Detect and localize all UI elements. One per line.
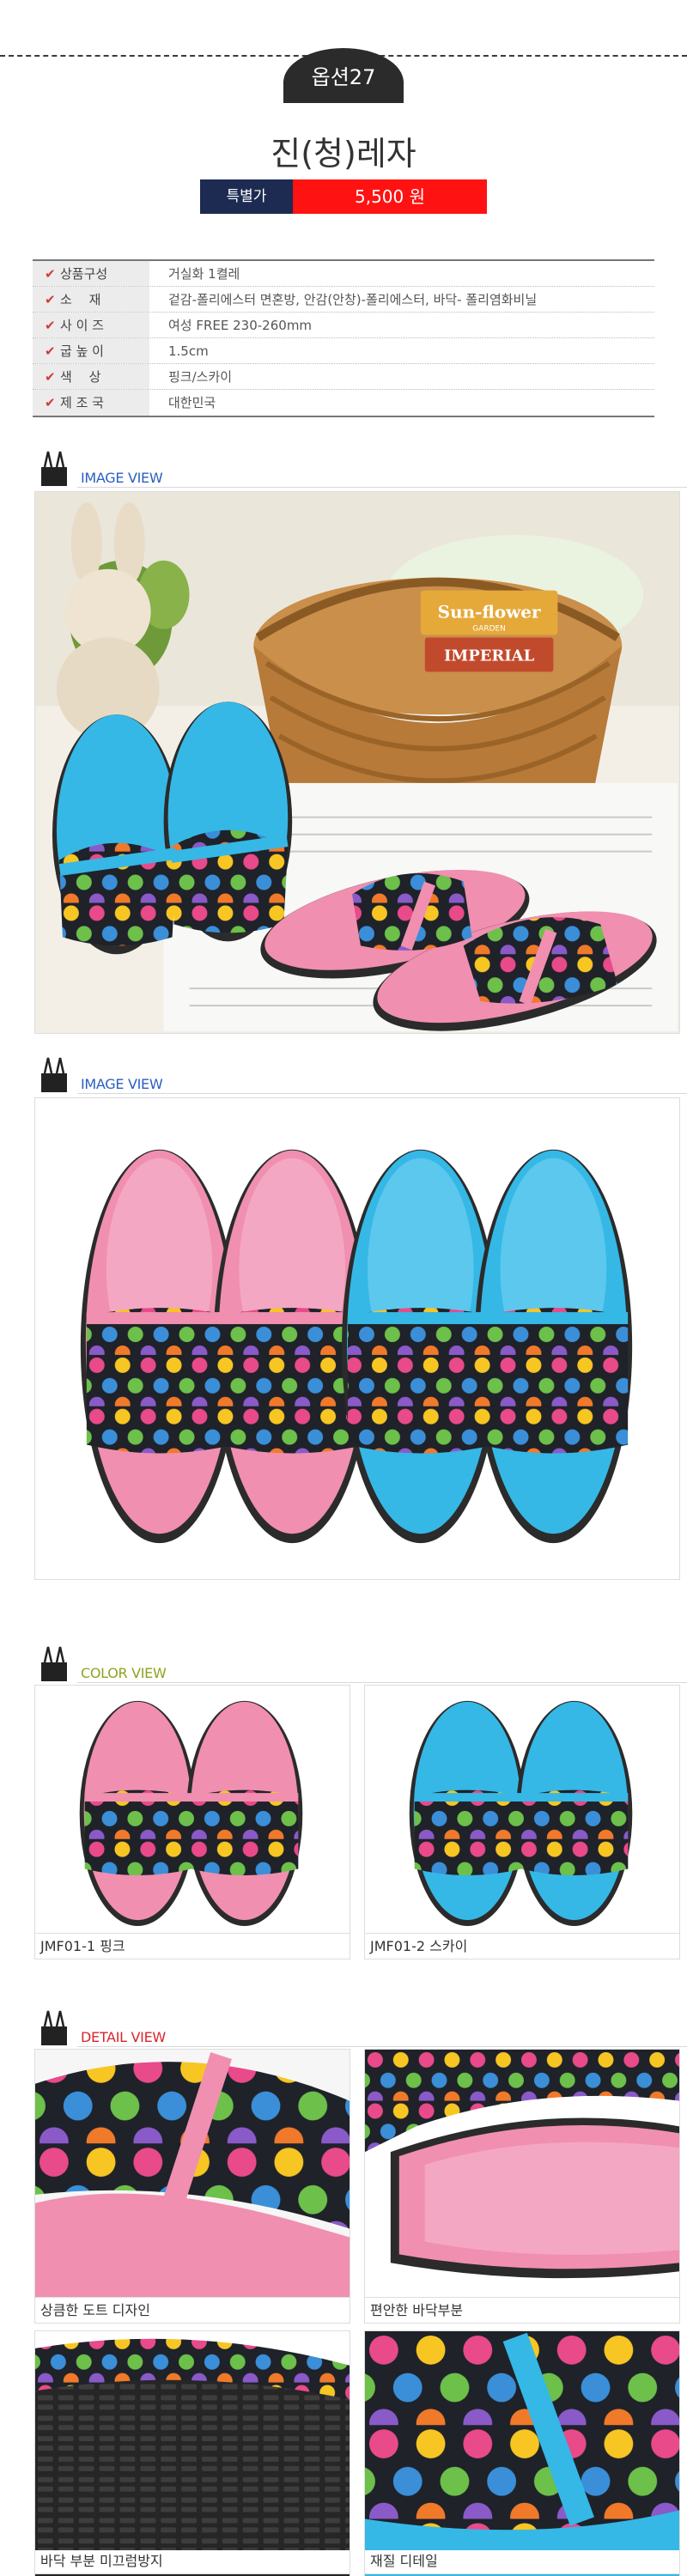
check-icon: ✔ bbox=[45, 318, 56, 333]
color-caption-sky: JMF01-2 스카이 bbox=[364, 1934, 680, 1959]
svg-text:GARDEN: GARDEN bbox=[472, 624, 506, 633]
product-title: 진(청)레자 bbox=[271, 135, 416, 173]
detail-caption-1: 상큼한 도트 디자인 bbox=[34, 2298, 350, 2324]
spec-row: ✔ 소 재 겉감-폴리에스터 면혼방, 안감(안창)-폴리에스터, 바닥- 폴리염화… bbox=[33, 287, 654, 313]
binder-clip-icon bbox=[41, 1646, 67, 1681]
sign-text: Sun-flower bbox=[438, 602, 541, 623]
product-photo-pair bbox=[34, 1097, 680, 1580]
detail-photo-sole bbox=[34, 2330, 350, 2576]
section-title: DETAIL VIEW bbox=[81, 2029, 166, 2045]
binder-clip-icon bbox=[41, 2010, 67, 2045]
section-header-detail-view: DETAIL VIEW bbox=[38, 2009, 687, 2047]
check-icon: ✔ bbox=[45, 343, 56, 359]
divider bbox=[77, 487, 687, 488]
check-icon: ✔ bbox=[45, 266, 56, 282]
price-value: 5,500 원 bbox=[293, 179, 487, 214]
detail-caption-2: 편안한 바닥부분 bbox=[364, 2298, 680, 2324]
spec-row: ✔ 굽 높 이 1.5cm bbox=[33, 338, 654, 364]
detail-photo-dots bbox=[34, 2049, 350, 2298]
section-header-image-view-2: IMAGE VIEW bbox=[38, 1056, 687, 1094]
check-icon: ✔ bbox=[45, 395, 56, 410]
detail-photo-insole bbox=[364, 2049, 680, 2298]
price-label: 특별가 bbox=[200, 179, 293, 214]
detail-caption-4: 재질 디테일 bbox=[364, 2550, 680, 2574]
section-header-color-view: COLOR VIEW bbox=[38, 1645, 687, 1683]
section-title: COLOR VIEW bbox=[81, 1665, 167, 1681]
spec-row: ✔ 사 이 즈 여성 FREE 230-260mm bbox=[33, 313, 654, 338]
detail-caption-3: 바닥 부분 미끄럼방지 bbox=[34, 2550, 350, 2574]
color-photo-pink bbox=[34, 1685, 350, 1934]
divider bbox=[77, 1093, 687, 1094]
divider bbox=[77, 1682, 687, 1683]
spec-row: ✔ 제 조 국 대한민국 bbox=[33, 390, 654, 416]
check-icon: ✔ bbox=[45, 292, 56, 307]
color-caption-pink: JMF01-1 핑크 bbox=[34, 1934, 350, 1959]
binder-clip-icon bbox=[41, 451, 67, 486]
spec-row: ✔ 상품구성 거실화 1켤레 bbox=[33, 261, 654, 287]
svg-text:IMPERIAL: IMPERIAL bbox=[444, 647, 535, 665]
main-photo-scene: Sun-flower GARDEN IMPERIAL bbox=[34, 491, 680, 1034]
check-icon: ✔ bbox=[45, 369, 56, 385]
divider bbox=[77, 2046, 687, 2047]
section-header-image-view-1: IMAGE VIEW bbox=[38, 450, 687, 488]
color-photo-sky bbox=[364, 1685, 680, 1934]
spec-row: ✔ 색 상 핑크/스카이 bbox=[33, 364, 654, 390]
price-row: 특별가 5,500 원 bbox=[200, 179, 487, 214]
spec-table: ✔ 상품구성 거실화 1켤레 ✔ 소 재 겉감-폴리에스터 면혼방, 안감(안창)-폴리… bbox=[33, 259, 654, 417]
detail-photo-fabric bbox=[364, 2330, 680, 2576]
section-title: IMAGE VIEW bbox=[81, 470, 163, 486]
section-title: IMAGE VIEW bbox=[81, 1076, 163, 1092]
binder-clip-icon bbox=[41, 1057, 67, 1092]
